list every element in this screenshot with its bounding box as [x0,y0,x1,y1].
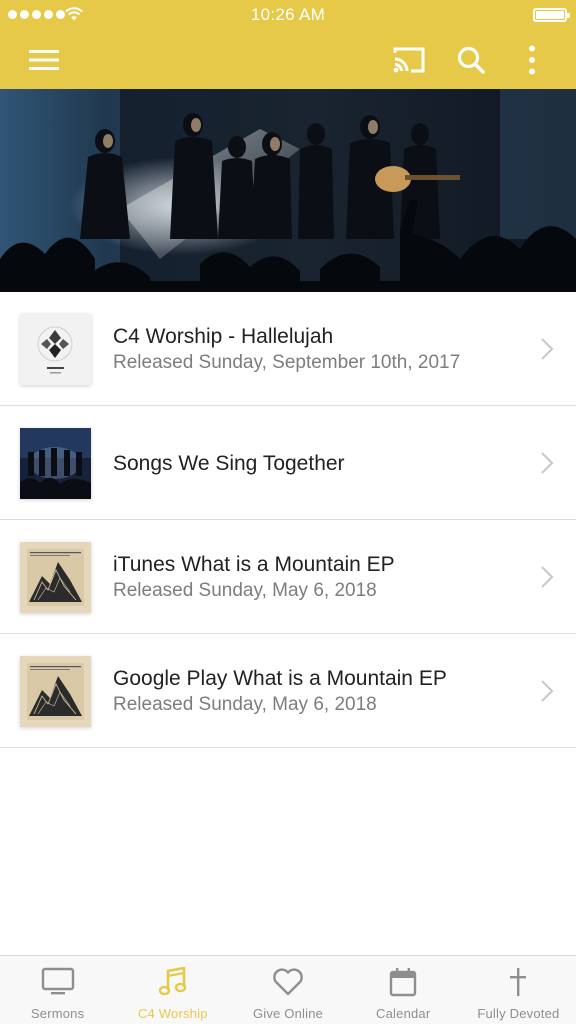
battery-icon [533,8,570,22]
chevron-right-icon [541,566,554,588]
list-item-text: Songs We Sing Together [113,406,516,520]
chevron-right-icon [541,680,554,702]
status-bar: 10:26 AM [0,0,576,30]
list-item-subtitle: Released Sunday, May 6, 2018 [113,579,377,601]
list-item[interactable]: Songs We Sing Together [0,406,576,520]
search-icon [457,46,485,74]
more-vertical-icon [529,45,535,74]
worship-band-on-stage-photo [0,89,576,292]
cast-button[interactable] [381,30,437,89]
band-stage-album-art [20,428,91,499]
hamburger-menu-icon [29,49,59,70]
app-screen: 10:26 AM C4 Worship - Hallelujah Release… [0,0,576,1024]
tab-sermons[interactable]: Sermons [0,956,115,1024]
list-item-subtitle: Released Sunday, May 6, 2018 [113,693,377,715]
tab-label: Calendar [376,1006,431,1021]
mountain-album-art [20,656,91,727]
tab-calendar[interactable]: Calendar [346,956,461,1024]
search-button[interactable] [443,30,499,89]
list-item[interactable]: C4 Worship - Hallelujah Released Sunday,… [0,292,576,406]
list-item-title: iTunes What is a Mountain EP [113,552,395,576]
list-item-title: C4 Worship - Hallelujah [113,324,334,348]
list-item-subtitle: Released Sunday, September 10th, 2017 [113,351,461,373]
tab-label: Fully Devoted [477,1006,560,1021]
heart-icon [273,968,303,996]
hallelujah-album-art [20,314,91,385]
status-time: 10:26 AM [250,5,326,24]
tab-give-online[interactable]: Give Online [230,956,345,1024]
tv-icon [41,967,74,995]
list-item-text: iTunes What is a Mountain EP Released Su… [113,520,516,634]
music-note-icon [158,967,186,996]
list-item-title: Songs We Sing Together [113,451,345,475]
tab-label: Sermons [30,1006,85,1021]
album-list: C4 Worship - Hallelujah Released Sunday,… [0,292,576,748]
menu-button[interactable] [16,30,72,89]
hero-image [0,89,576,292]
tab-c4-worship[interactable]: C4 Worship [115,956,230,1024]
tab-bar: Sermons C4 Worship Give Online Calendar … [0,955,576,1024]
toolbar [0,30,576,89]
tab-fully-devoted[interactable]: Fully Devoted [461,956,576,1024]
tab-label: C4 Worship [137,1006,208,1021]
list-item-text: Google Play What is a Mountain EP Releas… [113,634,516,748]
mountain-album-art [20,542,91,613]
calendar-icon [390,968,417,997]
chevron-right-icon [541,452,554,474]
cast-icon [393,47,425,72]
app-header: 10:26 AM [0,0,576,89]
chevron-right-icon [541,338,554,360]
more-options-button[interactable] [504,30,560,89]
list-item[interactable]: iTunes What is a Mountain EP Released Su… [0,520,576,634]
tab-label: Give Online [252,1006,324,1021]
cross-icon [510,968,527,996]
list-item-text: C4 Worship - Hallelujah Released Sunday,… [113,292,516,406]
list-item-title: Google Play What is a Mountain EP [113,666,447,690]
list-item[interactable]: Google Play What is a Mountain EP Releas… [0,634,576,748]
